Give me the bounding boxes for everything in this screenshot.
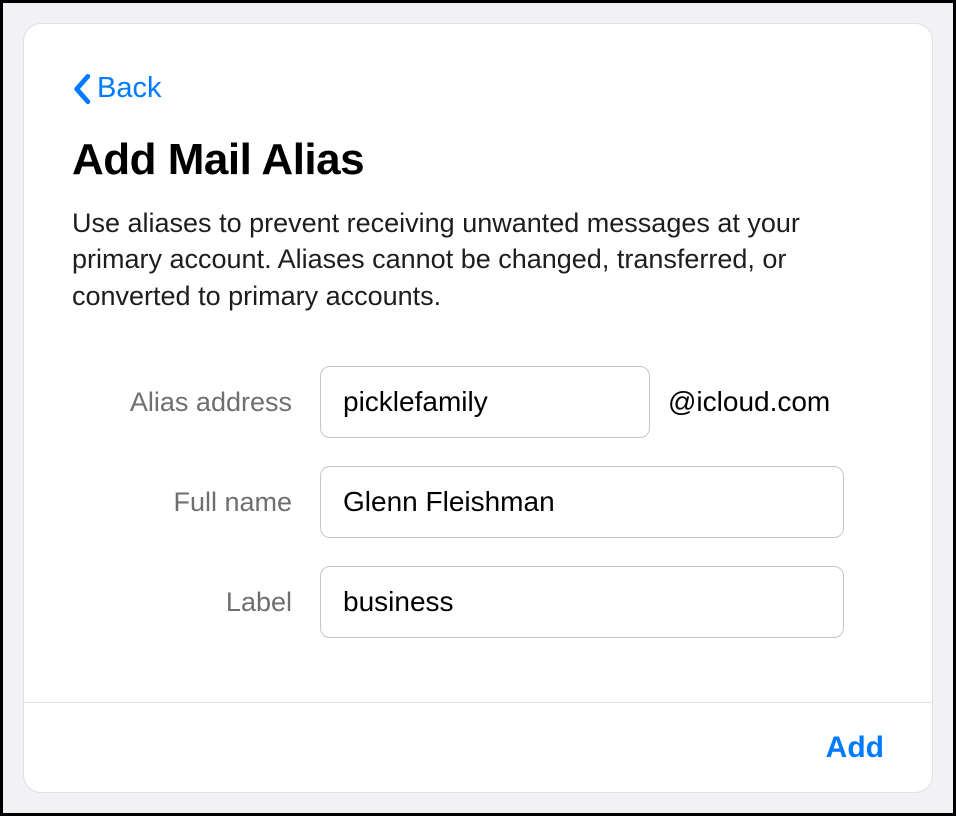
page-description: Use aliases to prevent receiving unwante… — [72, 205, 884, 314]
fullname-row: Full name — [72, 466, 884, 538]
page-title: Add Mail Alias — [72, 135, 884, 185]
alias-input[interactable] — [320, 366, 650, 438]
alias-row: Alias address @icloud.com — [72, 366, 884, 438]
label-field-label: Label — [72, 587, 320, 618]
label-input[interactable] — [320, 566, 844, 638]
label-row: Label — [72, 566, 884, 638]
dialog-content: Back Add Mail Alias Use aliases to preve… — [24, 24, 932, 702]
fullname-label: Full name — [72, 487, 320, 518]
dialog-footer: Add — [24, 702, 932, 793]
chevron-left-icon — [72, 73, 91, 105]
dialog-card: Back Add Mail Alias Use aliases to preve… — [23, 23, 933, 793]
fullname-input[interactable] — [320, 466, 844, 538]
back-button[interactable]: Back — [72, 72, 161, 105]
back-label: Back — [97, 72, 161, 105]
alias-label: Alias address — [72, 387, 320, 418]
add-button[interactable]: Add — [818, 727, 892, 769]
domain-suffix: @icloud.com — [668, 386, 830, 418]
